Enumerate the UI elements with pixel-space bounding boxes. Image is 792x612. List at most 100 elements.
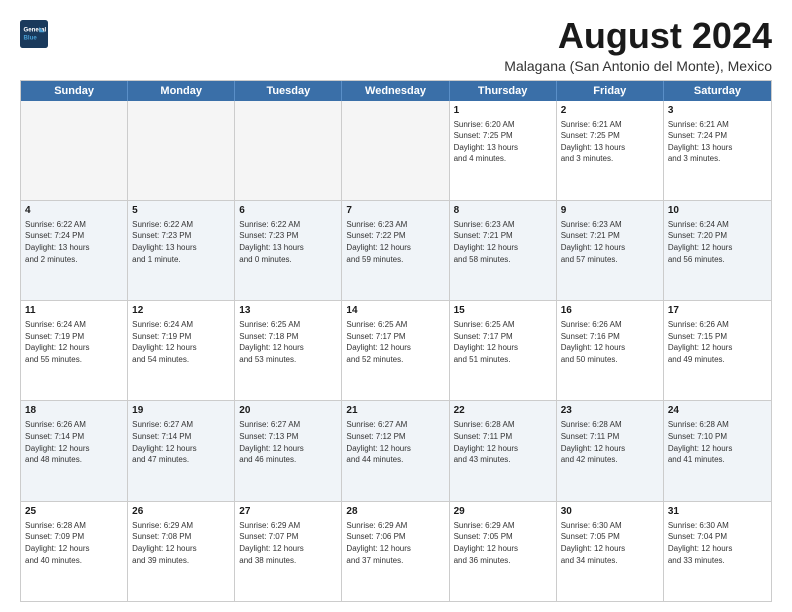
day-number: 30 [561, 505, 659, 519]
day-cell-10: 10Sunrise: 6:24 AMSunset: 7:20 PMDayligh… [664, 201, 771, 300]
day-cell-16: 16Sunrise: 6:26 AMSunset: 7:16 PMDayligh… [557, 301, 664, 400]
calendar-week-4: 18Sunrise: 6:26 AMSunset: 7:14 PMDayligh… [21, 401, 771, 501]
day-info: Sunrise: 6:23 AMSunset: 7:21 PMDaylight:… [561, 219, 659, 265]
day-info: Sunrise: 6:25 AMSunset: 7:17 PMDaylight:… [346, 319, 444, 365]
day-info: Sunrise: 6:22 AMSunset: 7:23 PMDaylight:… [239, 219, 337, 265]
day-info: Sunrise: 6:21 AMSunset: 7:24 PMDaylight:… [668, 119, 767, 165]
day-info: Sunrise: 6:23 AMSunset: 7:21 PMDaylight:… [454, 219, 552, 265]
day-info: Sunrise: 6:25 AMSunset: 7:18 PMDaylight:… [239, 319, 337, 365]
calendar-week-2: 4Sunrise: 6:22 AMSunset: 7:24 PMDaylight… [21, 201, 771, 301]
day-number: 13 [239, 304, 337, 318]
day-cell-5: 5Sunrise: 6:22 AMSunset: 7:23 PMDaylight… [128, 201, 235, 300]
day-info: Sunrise: 6:29 AMSunset: 7:06 PMDaylight:… [346, 520, 444, 566]
day-cell-22: 22Sunrise: 6:28 AMSunset: 7:11 PMDayligh… [450, 401, 557, 500]
day-number: 31 [668, 505, 767, 519]
day-cell-20: 20Sunrise: 6:27 AMSunset: 7:13 PMDayligh… [235, 401, 342, 500]
header-day-saturday: Saturday [664, 81, 771, 101]
calendar-page: General Blue August 2024 Malagana (San A… [0, 0, 792, 612]
day-cell-11: 11Sunrise: 6:24 AMSunset: 7:19 PMDayligh… [21, 301, 128, 400]
header-day-thursday: Thursday [450, 81, 557, 101]
day-cell-25: 25Sunrise: 6:28 AMSunset: 7:09 PMDayligh… [21, 502, 128, 601]
day-cell-13: 13Sunrise: 6:25 AMSunset: 7:18 PMDayligh… [235, 301, 342, 400]
day-cell-24: 24Sunrise: 6:28 AMSunset: 7:10 PMDayligh… [664, 401, 771, 500]
day-cell-19: 19Sunrise: 6:27 AMSunset: 7:14 PMDayligh… [128, 401, 235, 500]
day-info: Sunrise: 6:22 AMSunset: 7:24 PMDaylight:… [25, 219, 123, 265]
day-info: Sunrise: 6:29 AMSunset: 7:07 PMDaylight:… [239, 520, 337, 566]
day-number: 5 [132, 204, 230, 218]
day-info: Sunrise: 6:23 AMSunset: 7:22 PMDaylight:… [346, 219, 444, 265]
day-info: Sunrise: 6:26 AMSunset: 7:15 PMDaylight:… [668, 319, 767, 365]
day-info: Sunrise: 6:28 AMSunset: 7:09 PMDaylight:… [25, 520, 123, 566]
day-cell-17: 17Sunrise: 6:26 AMSunset: 7:15 PMDayligh… [664, 301, 771, 400]
day-info: Sunrise: 6:24 AMSunset: 7:19 PMDaylight:… [25, 319, 123, 365]
day-number: 20 [239, 404, 337, 418]
header-day-tuesday: Tuesday [235, 81, 342, 101]
day-info: Sunrise: 6:28 AMSunset: 7:11 PMDaylight:… [454, 419, 552, 465]
svg-text:Blue: Blue [24, 34, 38, 41]
day-number: 6 [239, 204, 337, 218]
day-number: 21 [346, 404, 444, 418]
day-cell-3: 3Sunrise: 6:21 AMSunset: 7:24 PMDaylight… [664, 101, 771, 200]
empty-cell [342, 101, 449, 200]
day-info: Sunrise: 6:26 AMSunset: 7:14 PMDaylight:… [25, 419, 123, 465]
calendar-body: 1Sunrise: 6:20 AMSunset: 7:25 PMDaylight… [21, 101, 771, 601]
day-info: Sunrise: 6:20 AMSunset: 7:25 PMDaylight:… [454, 119, 552, 165]
day-info: Sunrise: 6:30 AMSunset: 7:05 PMDaylight:… [561, 520, 659, 566]
day-cell-31: 31Sunrise: 6:30 AMSunset: 7:04 PMDayligh… [664, 502, 771, 601]
header-day-friday: Friday [557, 81, 664, 101]
calendar-week-1: 1Sunrise: 6:20 AMSunset: 7:25 PMDaylight… [21, 101, 771, 201]
day-number: 29 [454, 505, 552, 519]
day-number: 27 [239, 505, 337, 519]
day-info: Sunrise: 6:29 AMSunset: 7:05 PMDaylight:… [454, 520, 552, 566]
day-number: 12 [132, 304, 230, 318]
header-day-sunday: Sunday [21, 81, 128, 101]
day-cell-21: 21Sunrise: 6:27 AMSunset: 7:12 PMDayligh… [342, 401, 449, 500]
day-info: Sunrise: 6:24 AMSunset: 7:19 PMDaylight:… [132, 319, 230, 365]
day-number: 28 [346, 505, 444, 519]
day-cell-29: 29Sunrise: 6:29 AMSunset: 7:05 PMDayligh… [450, 502, 557, 601]
calendar-week-3: 11Sunrise: 6:24 AMSunset: 7:19 PMDayligh… [21, 301, 771, 401]
day-number: 11 [25, 304, 123, 318]
header-day-wednesday: Wednesday [342, 81, 449, 101]
day-number: 18 [25, 404, 123, 418]
day-cell-7: 7Sunrise: 6:23 AMSunset: 7:22 PMDaylight… [342, 201, 449, 300]
day-cell-28: 28Sunrise: 6:29 AMSunset: 7:06 PMDayligh… [342, 502, 449, 601]
calendar-header: SundayMondayTuesdayWednesdayThursdayFrid… [21, 81, 771, 101]
day-number: 8 [454, 204, 552, 218]
day-cell-26: 26Sunrise: 6:29 AMSunset: 7:08 PMDayligh… [128, 502, 235, 601]
day-number: 1 [454, 104, 552, 118]
day-info: Sunrise: 6:30 AMSunset: 7:04 PMDaylight:… [668, 520, 767, 566]
empty-cell [21, 101, 128, 200]
day-info: Sunrise: 6:25 AMSunset: 7:17 PMDaylight:… [454, 319, 552, 365]
page-header: General Blue August 2024 Malagana (San A… [20, 16, 772, 74]
day-info: Sunrise: 6:22 AMSunset: 7:23 PMDaylight:… [132, 219, 230, 265]
subtitle: Malagana (San Antonio del Monte), Mexico [504, 58, 772, 74]
day-cell-1: 1Sunrise: 6:20 AMSunset: 7:25 PMDaylight… [450, 101, 557, 200]
day-number: 15 [454, 304, 552, 318]
empty-cell [128, 101, 235, 200]
day-number: 10 [668, 204, 767, 218]
svg-text:General: General [24, 26, 47, 33]
day-number: 26 [132, 505, 230, 519]
day-info: Sunrise: 6:24 AMSunset: 7:20 PMDaylight:… [668, 219, 767, 265]
day-number: 19 [132, 404, 230, 418]
logo-icon: General Blue [20, 20, 48, 48]
day-number: 23 [561, 404, 659, 418]
day-cell-2: 2Sunrise: 6:21 AMSunset: 7:25 PMDaylight… [557, 101, 664, 200]
day-info: Sunrise: 6:27 AMSunset: 7:13 PMDaylight:… [239, 419, 337, 465]
day-cell-6: 6Sunrise: 6:22 AMSunset: 7:23 PMDaylight… [235, 201, 342, 300]
title-section: August 2024 Malagana (San Antonio del Mo… [504, 16, 772, 74]
day-number: 17 [668, 304, 767, 318]
day-info: Sunrise: 6:29 AMSunset: 7:08 PMDaylight:… [132, 520, 230, 566]
day-number: 9 [561, 204, 659, 218]
main-title: August 2024 [504, 16, 772, 56]
day-cell-8: 8Sunrise: 6:23 AMSunset: 7:21 PMDaylight… [450, 201, 557, 300]
day-cell-23: 23Sunrise: 6:28 AMSunset: 7:11 PMDayligh… [557, 401, 664, 500]
day-info: Sunrise: 6:26 AMSunset: 7:16 PMDaylight:… [561, 319, 659, 365]
empty-cell [235, 101, 342, 200]
day-number: 22 [454, 404, 552, 418]
day-info: Sunrise: 6:28 AMSunset: 7:10 PMDaylight:… [668, 419, 767, 465]
day-cell-30: 30Sunrise: 6:30 AMSunset: 7:05 PMDayligh… [557, 502, 664, 601]
day-number: 14 [346, 304, 444, 318]
day-cell-15: 15Sunrise: 6:25 AMSunset: 7:17 PMDayligh… [450, 301, 557, 400]
